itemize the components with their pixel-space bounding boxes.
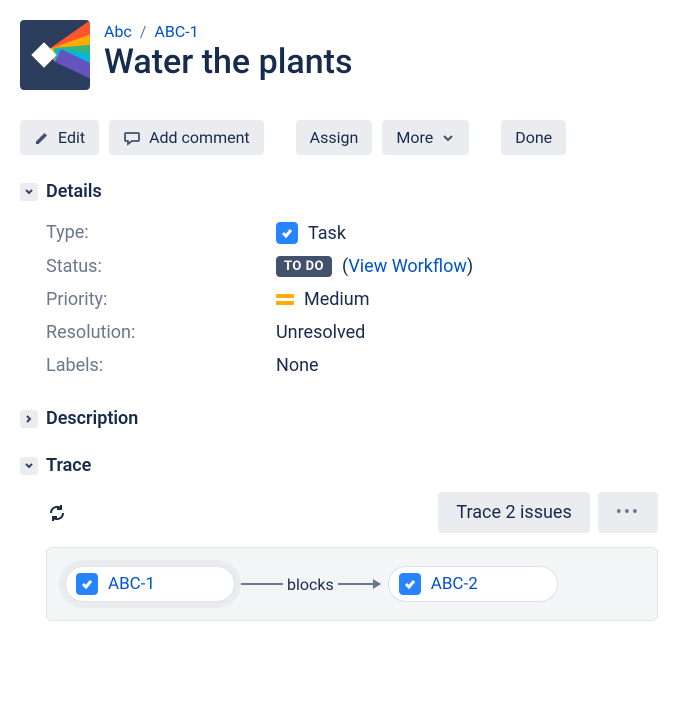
trace-relation: blocks [241,575,380,594]
task-type-icon [276,222,298,244]
task-type-icon [399,573,421,595]
trace-node-current: ABC-1 [59,560,241,608]
description-title: Description [46,408,138,429]
labels-value: None [276,355,319,376]
pencil-icon [34,130,50,146]
relation-label: blocks [283,575,338,594]
trace-issues-label: Trace 2 issues [456,502,571,523]
details-title: Details [46,181,102,202]
chevron-down-icon [20,457,38,475]
assign-button[interactable]: Assign [296,120,373,155]
trace-graph: ABC-1 blocks ABC-2 [46,547,658,621]
status-label: Status: [46,256,276,277]
details-section: Details Type: Task Status: TO DO (View W… [20,181,658,382]
breadcrumb: Abc / ABC-1 [104,20,352,41]
detail-row-type: Type: Task [46,216,658,250]
issue-header: Abc / ABC-1 Water the plants [20,20,658,90]
trace-chip-label[interactable]: ABC-1 [108,574,155,594]
breadcrumb-project-link[interactable]: Abc [104,22,132,41]
done-label: Done [515,128,552,147]
breadcrumb-separator: / [140,22,147,41]
more-button[interactable]: More [382,120,469,155]
trace-chip-abc-1[interactable]: ABC-1 [65,566,235,602]
trace-chip-abc-2[interactable]: ABC-2 [388,566,558,602]
trace-issues-button[interactable]: Trace 2 issues [438,492,589,533]
breadcrumb-issue-link[interactable]: ABC-1 [154,22,198,41]
edit-button-label: Edit [58,128,85,147]
detail-row-status: Status: TO DO (View Workflow) [46,250,658,283]
priority-medium-icon [276,294,294,305]
chevron-down-icon [441,131,455,145]
trace-header[interactable]: Trace [20,455,658,476]
trace-section: Trace Trace 2 issues ••• [20,455,658,621]
trace-title: Trace [46,455,91,476]
task-type-icon [76,573,98,595]
issue-title: Water the plants [104,43,352,82]
priority-label: Priority: [46,289,276,310]
detail-row-resolution: Resolution: Unresolved [46,316,658,349]
chevron-down-icon [20,183,38,201]
arrow-head-icon [338,583,380,585]
chevron-right-icon [20,410,38,428]
detail-row-labels: Labels: None [46,349,658,382]
more-actions-button[interactable]: ••• [598,492,658,533]
priority-value: Medium [304,289,370,310]
view-workflow-link[interactable]: View Workflow [348,256,467,277]
comment-icon [123,129,141,147]
type-label: Type: [46,222,276,244]
type-value: Task [308,223,346,244]
edit-button[interactable]: Edit [20,120,99,155]
description-header[interactable]: Description [20,408,658,429]
labels-label: Labels: [46,355,276,376]
details-header[interactable]: Details [20,181,658,202]
resolution-value: Unresolved [276,322,365,343]
description-section: Description [20,408,658,429]
trace-chip-label[interactable]: ABC-2 [431,574,478,594]
more-label: More [396,128,433,147]
assign-label: Assign [310,128,359,147]
detail-row-priority: Priority: Medium [46,283,658,316]
add-comment-label: Add comment [149,128,250,147]
done-button[interactable]: Done [501,120,566,155]
project-logo [20,20,90,90]
resolution-label: Resolution: [46,322,276,343]
ellipsis-icon: ••• [616,502,640,523]
paren-close: ) [467,256,473,277]
refresh-icon[interactable] [46,502,68,524]
add-comment-button[interactable]: Add comment [109,120,264,155]
status-badge: TO DO [276,256,332,277]
arrow-line-icon [241,583,283,585]
action-toolbar: Edit Add comment Assign More Done [20,120,658,155]
